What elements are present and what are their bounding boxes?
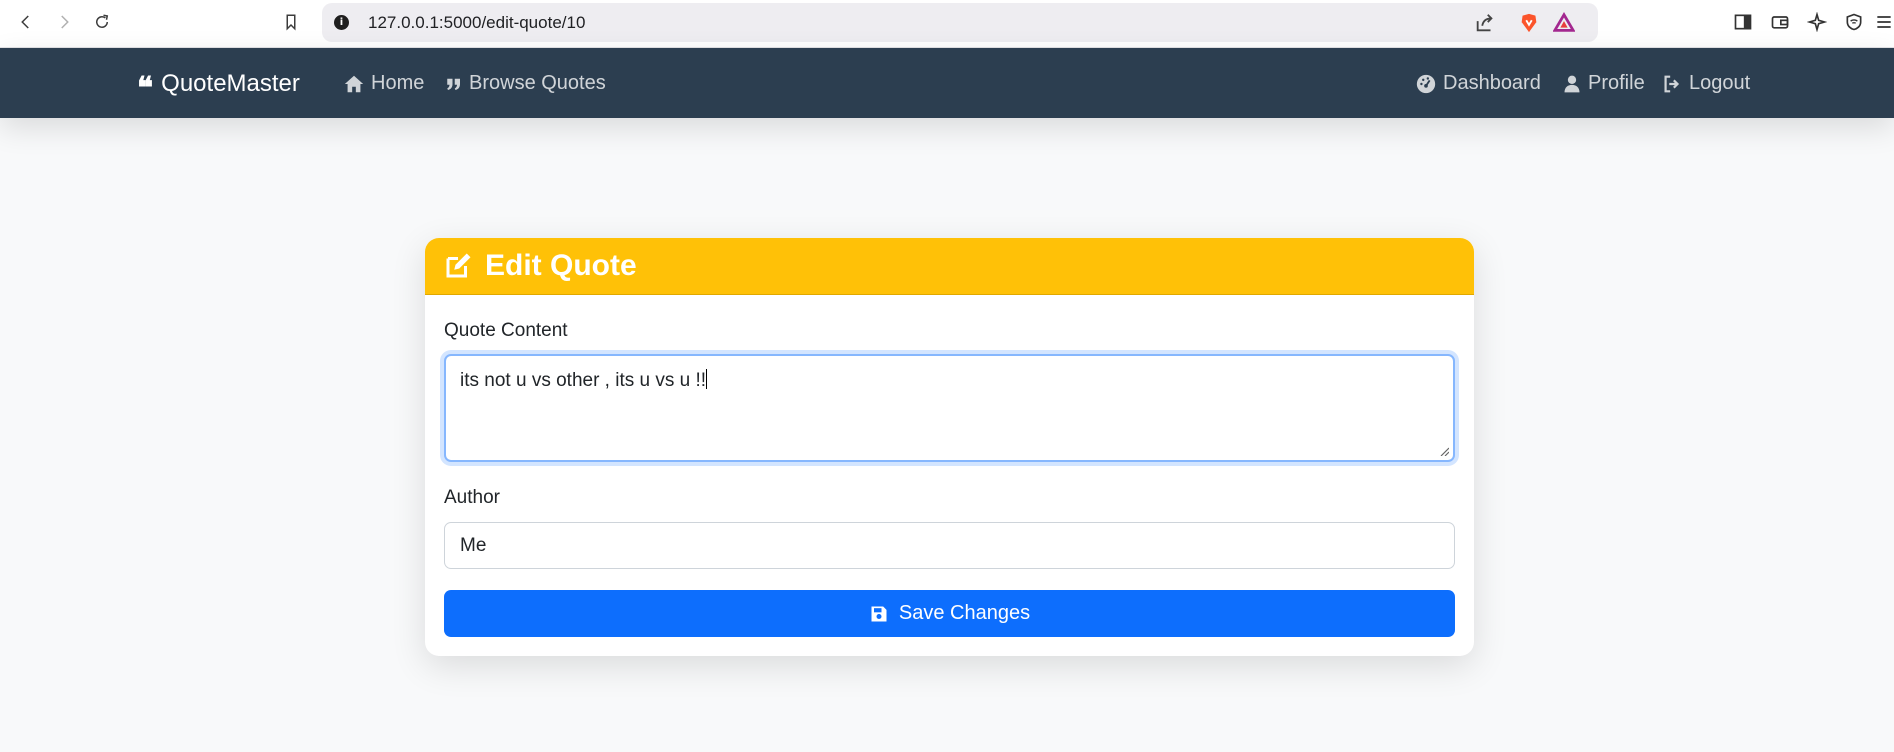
logout-icon [1664,75,1680,92]
dashboard-icon [1416,74,1436,93]
reload-icon[interactable] [90,10,114,34]
brand-name: QuoteMaster [161,70,300,97]
save-changes-label: Save Changes [898,602,1031,624]
back-icon[interactable] [14,10,38,34]
nav-home[interactable]: Home [343,72,424,95]
text-caret [706,369,708,389]
top-navbar: ❝ QuoteMaster Home Browse Quotes Dashboa… [0,48,1894,118]
address-bar[interactable]: i 127.0.0.1:5000/edit-quote/10 [322,3,1598,42]
quote-icon [447,78,460,90]
brave-shield-icon[interactable] [1518,12,1540,34]
edit-quote-card: Edit Quote Quote Content its not u vs ot… [425,238,1474,656]
brave-rewards-icon[interactable] [1553,12,1575,34]
save-changes-button[interactable]: Save Changes [444,590,1455,637]
leo-ai-icon[interactable] [1806,11,1828,33]
card-header: Edit Quote [425,238,1474,295]
nav-profile-label: Profile [1588,72,1645,94]
nav-home-label: Home [371,72,425,94]
nav-profile[interactable]: Profile [1562,72,1645,95]
forward-icon[interactable] [52,10,76,34]
home-icon [344,75,364,92]
card-title: Edit Quote [485,249,637,282]
save-icon [871,606,887,621]
wallet-icon[interactable] [1769,11,1791,33]
browser-toolbar: i 127.0.0.1:5000/edit-quote/10 [0,0,1894,48]
nav-dashboard[interactable]: Dashboard [1415,72,1541,95]
nav-browse-quotes-label: Browse Quotes [469,72,606,94]
user-icon [1564,75,1580,92]
author-label: Author [444,487,500,508]
menu-icon[interactable] [1874,11,1894,33]
quote-content-value: its not u vs other , its u vs u !! [460,370,707,391]
resize-handle-icon[interactable] [1439,446,1449,456]
share-icon[interactable] [1474,12,1496,34]
quote-content-textarea[interactable]: its not u vs other , its u vs u !! [444,354,1455,462]
edit-icon [446,253,471,278]
nav-logout-label: Logout [1689,72,1751,94]
bookmark-icon[interactable] [279,10,303,34]
url-text[interactable]: 127.0.0.1:5000/edit-quote/10 [368,13,585,33]
quote-content-label: Quote Content [444,320,568,341]
nav-dashboard-label: Dashboard [1443,72,1541,94]
site-info-icon[interactable]: i [334,15,349,30]
nav-logout[interactable]: Logout [1661,72,1750,95]
sidebar-icon[interactable] [1732,11,1754,33]
nav-browse-quotes[interactable]: Browse Quotes [445,72,606,95]
author-input[interactable]: Me [444,522,1455,569]
brand-link[interactable]: ❝ QuoteMaster [137,69,300,106]
quote-icon: ❝ [137,71,154,106]
author-value: Me [460,535,487,556]
vpn-icon[interactable] [1843,11,1865,33]
